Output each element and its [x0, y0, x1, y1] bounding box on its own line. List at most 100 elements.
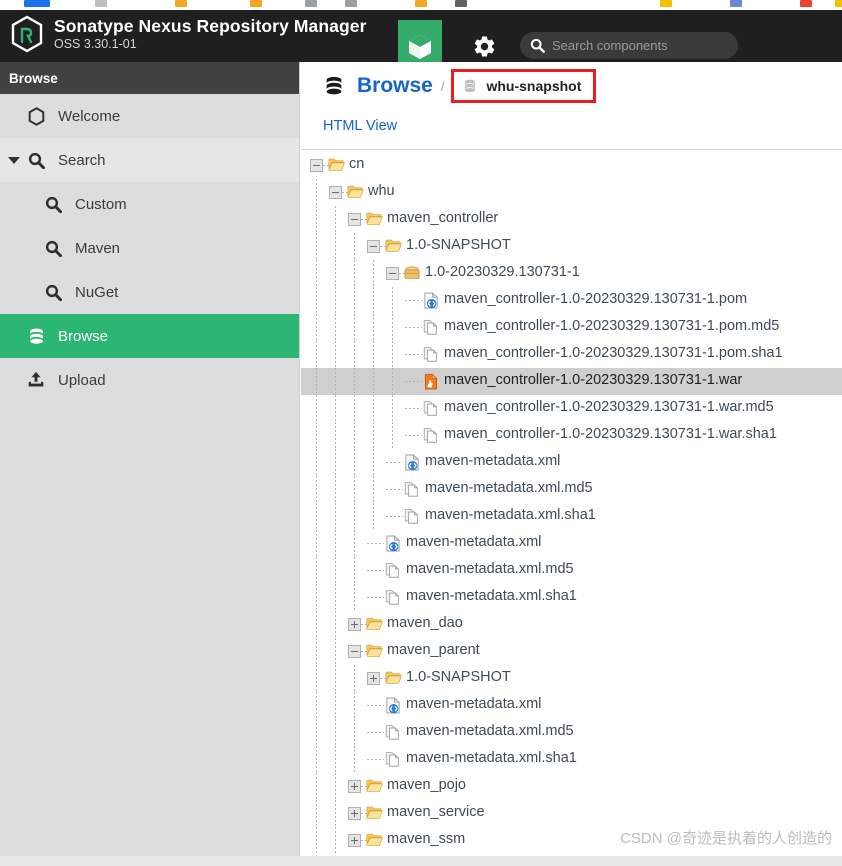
tree-node-label: maven_controller-1.0-20230329.130731-1.w… — [444, 372, 743, 388]
tree-toggle-minus-icon[interactable] — [348, 645, 361, 658]
search-components-box[interactable] — [520, 32, 738, 59]
repository-tree: cn whu maven_controller 1.0-SNAPSHOT 1.0-202… — [301, 150, 842, 854]
tree-row[interactable]: maven_pojo — [301, 773, 842, 800]
tree-guide — [316, 179, 317, 206]
sidebar-item-maven[interactable]: Maven — [0, 226, 299, 270]
tree-guide — [392, 314, 393, 341]
tree-guide — [316, 827, 317, 854]
tree-row[interactable]: 1.0-SNAPSHOT — [301, 665, 842, 692]
tree-row[interactable]: maven_service — [301, 800, 842, 827]
xml-file-icon — [423, 292, 440, 309]
xml-file-icon — [385, 535, 402, 552]
tree-toggle-minus-icon[interactable] — [386, 267, 399, 280]
tree-guide — [335, 584, 336, 611]
sidebar-item-search[interactable]: Search — [0, 138, 299, 182]
tree-guide — [354, 368, 355, 395]
tree-row[interactable]: maven_controller-1.0-20230329.130731-1.w… — [301, 395, 842, 422]
tree-guide — [316, 476, 317, 503]
tree-guide — [354, 449, 355, 476]
tree-node-label: cn — [349, 156, 365, 172]
tree-row[interactable]: maven-metadata.xml.sha1 — [301, 746, 842, 773]
breadcrumb-repository[interactable]: whu-snapshot — [451, 69, 597, 103]
tree-toggle-minus-icon[interactable] — [310, 159, 323, 172]
sidebar-item-browse[interactable]: Browse — [0, 314, 299, 358]
breadcrumb: Browse / whu-snapshot — [301, 62, 842, 110]
search-input[interactable] — [552, 38, 728, 53]
tree-node-label: maven_dao — [387, 615, 463, 631]
tree-toggle-plus-icon[interactable] — [348, 834, 361, 847]
tree-toggle-minus-icon[interactable] — [348, 213, 361, 226]
tree-row[interactable]: maven_ssm — [301, 827, 842, 854]
breadcrumb-repository-label: whu-snapshot — [486, 78, 582, 94]
tree-connector — [386, 516, 403, 517]
sidebar-item-nuget[interactable]: NuGet — [0, 270, 299, 314]
hexagon-icon — [25, 106, 47, 126]
tree-row[interactable]: maven_parent — [301, 638, 842, 665]
tree-connector — [405, 435, 422, 436]
xml-file-icon — [385, 697, 402, 714]
tree-toggle-minus-icon[interactable] — [329, 186, 342, 199]
tree-guide — [335, 287, 336, 314]
tree-guide — [373, 314, 374, 341]
tree-row[interactable]: maven_controller — [301, 206, 842, 233]
generic-file-icon — [404, 481, 421, 498]
folder-open-icon — [366, 832, 383, 849]
chevron-down-icon[interactable] — [8, 156, 20, 164]
tree-row[interactable]: maven-metadata.xml — [301, 692, 842, 719]
tree-toggle-plus-icon[interactable] — [348, 807, 361, 820]
tree-row[interactable]: 1.0-SNAPSHOT — [301, 233, 842, 260]
tree-connector — [405, 381, 422, 382]
tree-guide — [392, 287, 393, 314]
tree-row[interactable]: maven_controller-1.0-20230329.130731-1.w… — [301, 368, 842, 395]
brand[interactable]: Sonatype Nexus Repository Manager OSS 3.… — [10, 15, 367, 53]
tree-node-label: maven-metadata.xml.md5 — [425, 480, 593, 496]
tree-guide — [316, 665, 317, 692]
tree-row[interactable]: maven_controller-1.0-20230329.130731-1.w… — [301, 422, 842, 449]
tree-toggle-plus-icon[interactable] — [348, 780, 361, 793]
tree-node-label: whu — [368, 183, 395, 199]
tree-guide — [316, 800, 317, 827]
tree-row[interactable]: maven_controller-1.0-20230329.130731-1.p… — [301, 341, 842, 368]
tree-guide — [373, 395, 374, 422]
tree-row[interactable]: 1.0-20230329.130731-1 — [301, 260, 842, 287]
sidebar-item-label: Search — [58, 151, 106, 169]
tree-connector — [386, 489, 403, 490]
tree-row[interactable]: maven-metadata.xml — [301, 530, 842, 557]
tree-toggle-plus-icon[interactable] — [367, 672, 380, 685]
tree-row[interactable]: maven-metadata.xml.sha1 — [301, 503, 842, 530]
html-view-link[interactable]: HTML View — [323, 118, 397, 134]
tree-row[interactable]: whu — [301, 179, 842, 206]
tree-row[interactable]: maven-metadata.xml.sha1 — [301, 584, 842, 611]
tree-toggle-minus-icon[interactable] — [367, 240, 380, 253]
sidebar-item-welcome[interactable]: Welcome — [0, 94, 299, 138]
breadcrumb-root[interactable]: Browse — [357, 74, 433, 98]
search-icon — [25, 152, 47, 169]
tree-guide — [354, 503, 355, 530]
sidebar-item-custom[interactable]: Custom — [0, 182, 299, 226]
tree-row[interactable]: maven-metadata.xml.md5 — [301, 476, 842, 503]
tree-guide — [335, 341, 336, 368]
tree-connector — [367, 759, 384, 760]
app-header: Sonatype Nexus Repository Manager OSS 3.… — [0, 10, 842, 80]
tree-row[interactable]: maven-metadata.xml — [301, 449, 842, 476]
tree-guide — [316, 638, 317, 665]
gear-icon — [474, 35, 494, 57]
tree-row[interactable]: maven-metadata.xml.md5 — [301, 557, 842, 584]
tree-row[interactable]: maven_dao — [301, 611, 842, 638]
tree-row[interactable]: maven-metadata.xml.md5 — [301, 719, 842, 746]
sidebar-item-upload[interactable]: Upload — [0, 358, 299, 402]
search-icon — [530, 38, 545, 53]
tree-guide — [316, 692, 317, 719]
tree-toggle-plus-icon[interactable] — [348, 618, 361, 631]
tree-guide — [316, 260, 317, 287]
tree-guide — [316, 449, 317, 476]
tree-row[interactable]: maven_controller-1.0-20230329.130731-1.p… — [301, 314, 842, 341]
tree-guide — [316, 557, 317, 584]
generic-file-icon — [423, 427, 440, 444]
brand-title: Sonatype Nexus Repository Manager — [54, 15, 367, 36]
sidebar-item-label: Welcome — [58, 107, 121, 125]
tree-guide — [335, 530, 336, 557]
tree-guide — [335, 260, 336, 287]
tree-row[interactable]: cn — [301, 152, 842, 179]
tree-row[interactable]: maven_controller-1.0-20230329.130731-1.p… — [301, 287, 842, 314]
